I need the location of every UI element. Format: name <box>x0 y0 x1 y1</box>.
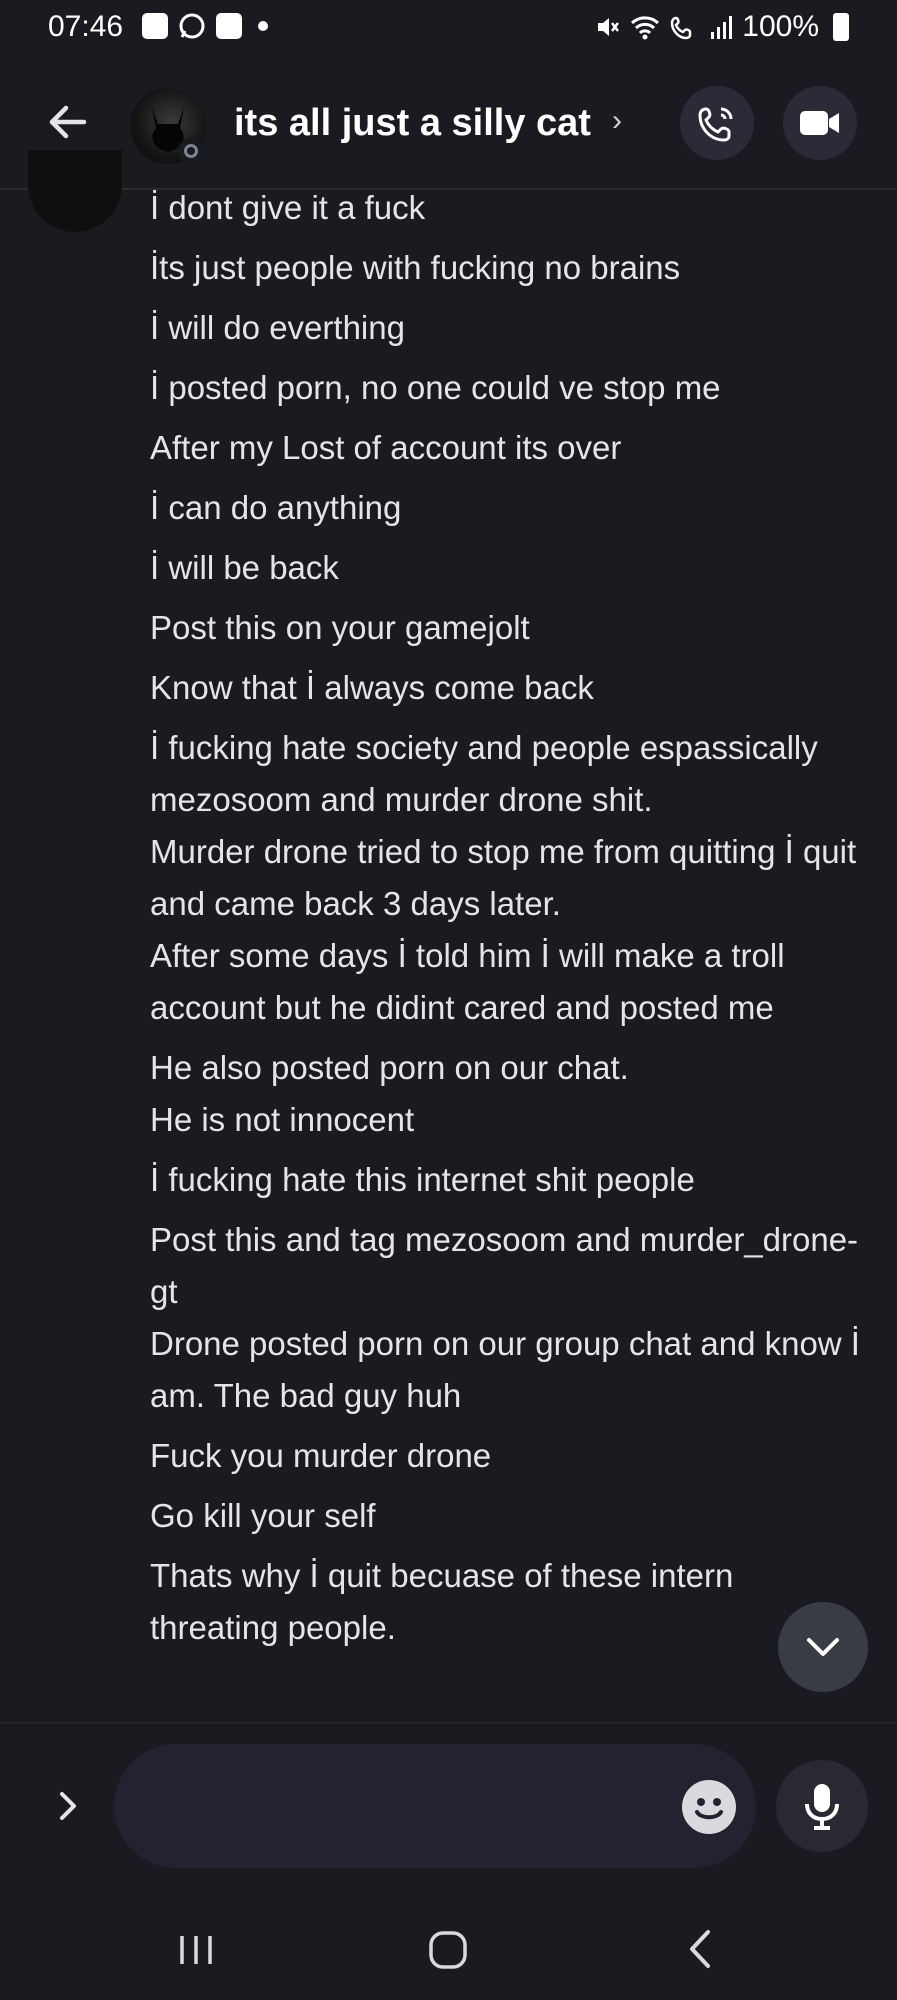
video-camera-icon <box>800 111 839 135</box>
emoji-button[interactable] <box>682 1780 736 1834</box>
message-text[interactable]: İ can do anything <box>150 482 870 534</box>
title-chevron-icon[interactable]: › <box>612 104 622 138</box>
store-icon <box>216 13 242 39</box>
chevron-down-icon <box>807 1638 839 1656</box>
jump-to-latest-button[interactable] <box>778 1602 868 1692</box>
battery-icon <box>833 13 849 41</box>
message-text[interactable]: İ posted porn, no one could ve stop me <box>150 362 870 414</box>
status-time: 07:46 <box>48 10 124 43</box>
message-text[interactable]: İ will be back <box>150 542 870 594</box>
message-text[interactable]: İ dont give it a fuck <box>150 182 870 234</box>
microphone-icon <box>805 1784 839 1830</box>
smiley-icon <box>695 1798 723 1820</box>
wifi-calling-icon <box>671 16 692 40</box>
message-text[interactable]: Know that İ always come back <box>150 662 870 714</box>
message-text[interactable]: İ will do everthing <box>150 302 870 354</box>
voice-call-button[interactable] <box>680 86 754 160</box>
message-composer <box>0 1722 897 1874</box>
message-text[interactable]: He is not innocent <box>150 1094 870 1146</box>
expand-actions-icon[interactable] <box>48 1786 88 1826</box>
message-text[interactable]: Post this on your gamejolt <box>150 602 870 654</box>
message-input[interactable] <box>114 1744 756 1868</box>
more-notifications-dot <box>258 21 268 31</box>
chat-title[interactable]: its all just a silly cat <box>234 102 591 145</box>
status-indicators: 100% <box>594 10 849 44</box>
message-text[interactable]: Go kill your self <box>150 1490 870 1542</box>
message-text[interactable]: Post this and tag mezosoom and murder_dr… <box>150 1214 870 1318</box>
message-text[interactable]: He also posted porn on our chat. <box>150 1042 870 1094</box>
whatsapp-icon <box>179 13 205 39</box>
message-text[interactable]: After my Lost of account its over <box>150 422 870 474</box>
presence-status-icon <box>178 138 204 164</box>
recent-apps-icon[interactable] <box>176 1930 216 1970</box>
message-list: İ dont give it a fuck İts just people wi… <box>150 182 870 1654</box>
system-back-icon[interactable] <box>682 1926 718 1972</box>
signal-icon <box>711 16 733 39</box>
sender-avatar[interactable] <box>28 150 122 232</box>
status-bar: 07:46 100% <box>0 0 897 58</box>
mute-icon <box>598 18 620 36</box>
home-icon[interactable] <box>426 1928 470 1972</box>
battery-percent: 100% <box>742 10 819 43</box>
gallery-icon <box>142 13 168 39</box>
notification-icons <box>142 12 268 40</box>
phone-call-icon <box>698 107 733 142</box>
message-text[interactable]: Thats why İ quit becuase of these intern… <box>150 1550 870 1654</box>
video-call-button[interactable] <box>783 86 857 160</box>
message-text[interactable]: Drone posted porn on our group chat and … <box>150 1318 870 1422</box>
back-arrow-icon[interactable] <box>44 98 92 146</box>
chat-header: its all just a silly cat › <box>0 58 897 190</box>
message-text[interactable]: İ fucking hate society and people espass… <box>150 722 870 826</box>
message-text[interactable]: İts just people with fucking no brains <box>150 242 870 294</box>
message-text[interactable]: Murder drone tried to stop me from quitt… <box>150 826 870 930</box>
system-nav-bar <box>0 1900 897 2000</box>
message-text[interactable]: İ fucking hate this internet shit people <box>150 1154 870 1206</box>
voice-message-button[interactable] <box>776 1760 868 1852</box>
wifi-icon <box>631 16 660 40</box>
message-text[interactable]: Fuck you murder drone <box>150 1430 870 1482</box>
message-text[interactable]: After some days İ told him İ will make a… <box>150 930 870 1034</box>
